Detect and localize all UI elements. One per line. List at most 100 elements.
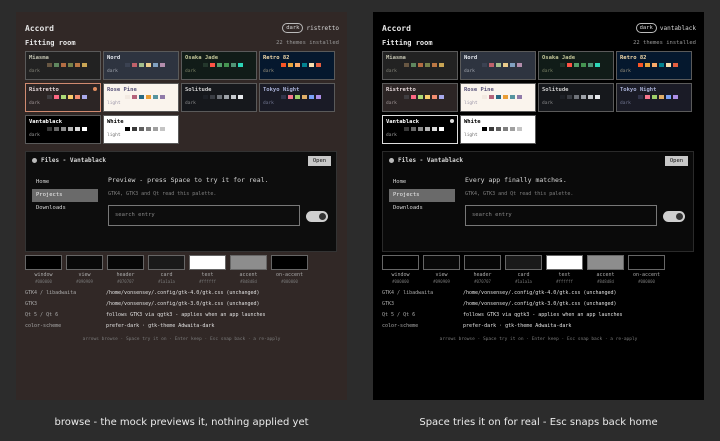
preview-title: Files - Vantablack — [398, 157, 464, 164]
theme-card[interactable]: Ristretto dark — [382, 83, 458, 112]
swatch — [288, 63, 293, 67]
swatch — [203, 63, 208, 67]
search-input[interactable]: search entry — [108, 205, 300, 226]
preview-subtext: GTK4, GTK3 and Qt read this palette. — [465, 191, 574, 197]
swatch — [404, 95, 409, 99]
swatch — [581, 63, 586, 67]
color-chip-hex: #070707 — [474, 279, 491, 284]
swatch — [482, 127, 487, 131]
color-chip-swatch — [230, 255, 267, 270]
color-chip-label: window — [34, 272, 53, 278]
swatch — [302, 95, 307, 99]
swatch — [75, 127, 80, 131]
swatch — [153, 127, 158, 131]
swatch — [645, 95, 650, 99]
sidebar-item-downloads[interactable]: Downloads — [32, 202, 98, 215]
swatch — [595, 63, 600, 67]
swatch — [666, 63, 671, 67]
theme-card[interactable]: Solitude dark — [181, 83, 257, 112]
theme-card[interactable]: Solitude dark — [538, 83, 614, 112]
theme-card-name: Rose Pine — [464, 87, 494, 93]
sidebar-item-downloads[interactable]: Downloads — [389, 202, 455, 215]
config-row: GTK3/home/vonsensey/.config/gtk-3.0/gtk.… — [25, 301, 338, 312]
swatch — [47, 95, 52, 99]
search-input[interactable]: search entry — [465, 205, 657, 226]
color-chip-label: accent — [596, 272, 615, 278]
color-chip-swatch — [423, 255, 460, 270]
preview-subtext: GTK4, GTK3 and Qt read this palette. — [108, 191, 217, 197]
sidebar-item-home[interactable]: Home — [32, 176, 98, 189]
theme-swatches — [47, 63, 97, 67]
theme-card[interactable]: Ristretto dark — [25, 83, 101, 112]
swatch — [125, 95, 130, 99]
swatch — [231, 63, 236, 67]
themes-count: 22 themes installed — [633, 40, 696, 46]
swatch — [132, 63, 137, 67]
theme-card-name: Tokyo Night — [620, 87, 657, 93]
swatch — [489, 127, 494, 131]
swatch — [496, 95, 501, 99]
swatch — [567, 95, 572, 99]
color-chip-hex: #090909 — [433, 279, 450, 284]
config-row: color-scheme prefer-dark · gtk-theme Adwa… — [382, 323, 695, 334]
theme-card[interactable]: Nord dark — [460, 51, 536, 80]
swatch — [574, 63, 579, 67]
theme-card-name: Vantablack — [29, 119, 63, 125]
theme-card[interactable]: Rose Pine light — [460, 83, 536, 112]
color-chip: accent #8d8d8d — [230, 255, 267, 284]
theme-card[interactable]: Tokyo Night dark — [259, 83, 335, 112]
theme-card[interactable]: Vantablack dark — [382, 115, 458, 144]
theme-card-name: Ristretto — [29, 87, 59, 93]
color-chip-hex: #1a1a1a — [158, 279, 175, 284]
keybinding-hint: arrows browse · Space try it on · Enter … — [82, 337, 281, 342]
swatch — [510, 95, 515, 99]
color-chip: view #090909 — [66, 255, 103, 284]
swatch — [295, 95, 300, 99]
theme-card[interactable]: Retro 82 dark — [616, 51, 692, 80]
theme-card[interactable]: Retro 82 dark — [259, 51, 335, 80]
theme-card-name: Rose Pine — [107, 87, 137, 93]
config-info: GTK4 / libadwaita/home/vonsensey/.config… — [25, 290, 338, 334]
theme-card[interactable]: Osaka Jade dark — [538, 51, 614, 80]
config-row: GTK4 / libadwaita/home/vonsensey/.config… — [25, 290, 338, 301]
color-chip-label: on-accent — [632, 272, 661, 278]
theme-card-mode: dark — [185, 69, 196, 74]
theme-card[interactable]: Miasma dark — [382, 51, 458, 80]
caption-left: browse - the mock previews it, nothing a… — [54, 417, 309, 428]
theme-card[interactable]: Tokyo Night dark — [616, 83, 692, 112]
swatch — [673, 95, 678, 99]
swatch — [517, 95, 522, 99]
preview-toggle[interactable] — [306, 211, 328, 222]
swatch — [432, 63, 437, 67]
color-chip-hex: #1a1a1a — [515, 279, 532, 284]
swatch — [68, 95, 73, 99]
open-button[interactable]: Open — [665, 156, 688, 166]
config-key: Qt 5 / Qt 6 — [25, 312, 59, 318]
theme-card[interactable]: Vantablack dark — [25, 115, 101, 144]
theme-card[interactable]: White light — [103, 115, 179, 144]
open-button[interactable]: Open — [308, 156, 331, 166]
sidebar-item-projects[interactable]: Projects — [389, 189, 455, 202]
config-key: color-scheme — [25, 323, 62, 329]
theme-card[interactable]: Miasma dark — [25, 51, 101, 80]
preview-main: Every app finally matches. GTK4, GTK3 an… — [465, 176, 685, 226]
config-value: /home/vonsensey/.config/gtk-3.0/gtk.css … — [106, 301, 260, 307]
swatch — [238, 63, 243, 67]
theme-card[interactable]: Osaka Jade dark — [181, 51, 257, 80]
preview-toggle[interactable] — [663, 211, 685, 222]
swatch — [482, 95, 487, 99]
sidebar-item-projects[interactable]: Projects — [32, 189, 98, 202]
theme-swatches — [482, 63, 532, 67]
theme-card[interactable]: White light — [460, 115, 536, 144]
swatch — [61, 95, 66, 99]
config-info: GTK4 / libadwaita/home/vonsensey/.config… — [382, 290, 695, 334]
sidebar-item-home[interactable]: Home — [389, 176, 455, 189]
config-key: GTK4 / libadwaita — [25, 290, 77, 296]
swatch — [595, 95, 600, 99]
swatch — [281, 95, 286, 99]
theme-card[interactable]: Rose Pine light — [103, 83, 179, 112]
theme-card[interactable]: Nord dark — [103, 51, 179, 80]
theme-card-mode: dark — [29, 101, 40, 106]
theme-card-mode: dark — [263, 69, 274, 74]
color-chip-swatch — [628, 255, 665, 270]
